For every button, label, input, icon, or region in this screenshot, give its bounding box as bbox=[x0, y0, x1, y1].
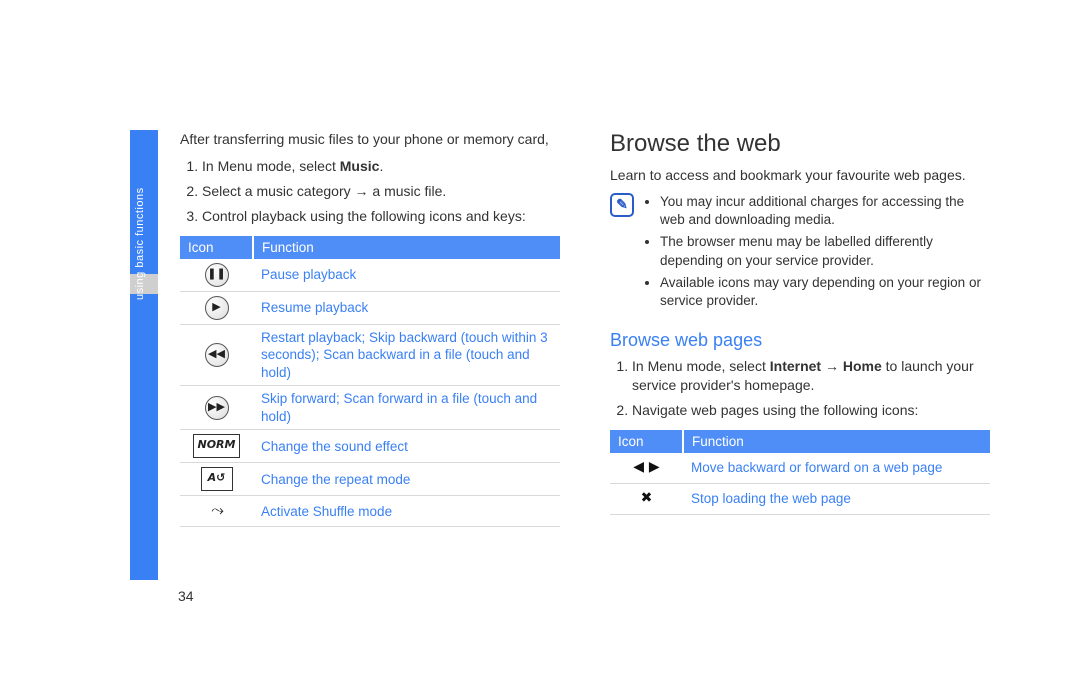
func-text: Restart playback; Skip backward (touch w… bbox=[253, 324, 560, 386]
func-text: Resume playback bbox=[253, 291, 560, 324]
func-text: Move backward or forward on a web page bbox=[683, 453, 990, 484]
func-text: Change the repeat mode bbox=[253, 463, 560, 496]
th-icon: Icon bbox=[180, 236, 253, 259]
skip-back-icon: ◀◀ bbox=[205, 343, 229, 367]
stop-icon: ✖ bbox=[636, 488, 658, 510]
right-step-1: In Menu mode, select Internet → Home to … bbox=[632, 357, 990, 395]
right-intro: Learn to access and bookmark your favour… bbox=[610, 166, 990, 185]
table-row: NORM Change the sound effect bbox=[180, 430, 560, 463]
th-function: Function bbox=[253, 236, 560, 259]
left-intro: After transferring music files to your p… bbox=[180, 130, 560, 149]
manual-page: using basic functions After transferring… bbox=[0, 0, 1080, 696]
table-row: ⤳ Activate Shuffle mode bbox=[180, 496, 560, 527]
note-item: The browser menu may be labelled differe… bbox=[660, 233, 990, 269]
pause-icon: ❚❚ bbox=[205, 263, 229, 287]
note-icon: ✎ bbox=[610, 193, 634, 217]
note-item: You may incur additional charges for acc… bbox=[660, 193, 990, 229]
heading-browse-web: Browse the web bbox=[610, 130, 990, 158]
music-icon-table: Icon Function ❚❚ Pause playback ▶ Resume… bbox=[180, 236, 560, 528]
note-block: ✎ You may incur additional charges for a… bbox=[610, 193, 990, 314]
note-item: Available icons may vary depending on yo… bbox=[660, 274, 990, 310]
table-row: A↺ Change the repeat mode bbox=[180, 463, 560, 496]
func-text: Stop loading the web page bbox=[683, 483, 990, 514]
table-row: ▶ Resume playback bbox=[180, 291, 560, 324]
repeat-mode-icon: A↺ bbox=[201, 467, 233, 491]
table-row: ▶▶ Skip forward; Scan forward in a file … bbox=[180, 386, 560, 430]
side-section-label: using basic functions bbox=[134, 187, 146, 300]
right-column: Browse the web Learn to access and bookm… bbox=[610, 130, 990, 527]
func-text: Change the sound effect bbox=[253, 430, 560, 463]
skip-forward-icon: ▶▶ bbox=[205, 396, 229, 420]
table-header-row: Icon Function bbox=[180, 236, 560, 259]
left-column: After transferring music files to your p… bbox=[180, 130, 560, 527]
th-icon: Icon bbox=[610, 430, 683, 453]
right-steps: In Menu mode, select Internet → Home to … bbox=[610, 357, 990, 420]
play-icon: ▶ bbox=[205, 296, 229, 320]
th-function: Function bbox=[683, 430, 990, 453]
content-columns: After transferring music files to your p… bbox=[180, 130, 1020, 527]
func-text: Skip forward; Scan forward in a file (to… bbox=[253, 386, 560, 430]
shuffle-icon: ⤳ bbox=[211, 500, 222, 522]
page-number: 34 bbox=[178, 588, 194, 604]
table-header-row: Icon Function bbox=[610, 430, 990, 453]
note-list: You may incur additional charges for acc… bbox=[644, 193, 990, 314]
heading-browse-pages: Browse web pages bbox=[610, 330, 990, 351]
left-step-1: In Menu mode, select Music. bbox=[202, 157, 560, 176]
sound-effect-icon: NORM bbox=[193, 434, 241, 458]
table-row: ✖ Stop loading the web page bbox=[610, 483, 990, 514]
nav-arrows-icon: ◀ ▶ bbox=[633, 457, 659, 479]
table-row: ◀◀ Restart playback; Skip backward (touc… bbox=[180, 324, 560, 386]
func-text: Activate Shuffle mode bbox=[253, 496, 560, 527]
web-icon-table: Icon Function ◀ ▶ Move backward or forwa… bbox=[610, 430, 990, 515]
table-row: ◀ ▶ Move backward or forward on a web pa… bbox=[610, 453, 990, 484]
func-text: Pause playback bbox=[253, 259, 560, 292]
left-step-2: Select a music category → a music file. bbox=[202, 182, 560, 201]
right-step-2: Navigate web pages using the following i… bbox=[632, 401, 990, 420]
left-step-3: Control playback using the following ico… bbox=[202, 207, 560, 226]
left-steps: In Menu mode, select Music. Select a mus… bbox=[180, 157, 560, 226]
table-row: ❚❚ Pause playback bbox=[180, 259, 560, 292]
